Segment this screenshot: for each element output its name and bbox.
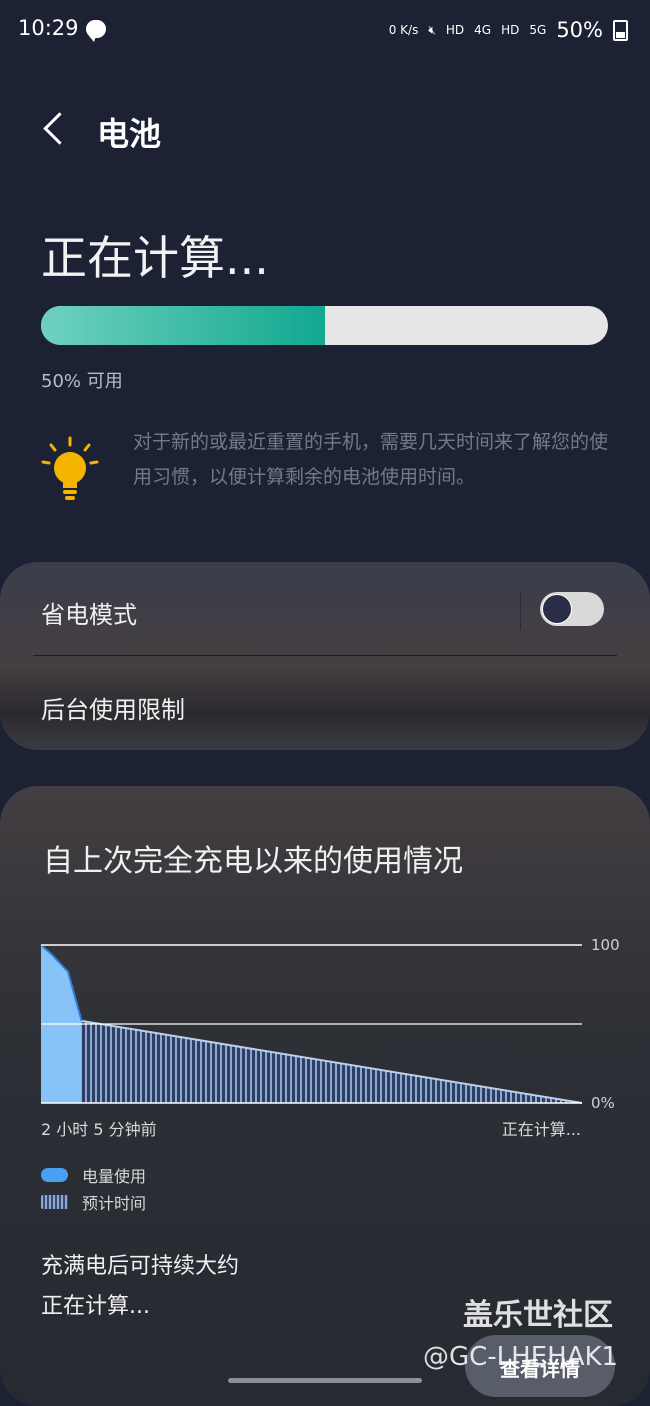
y-tick-100: 100 bbox=[591, 936, 620, 954]
settings-card: 省电模式 后台使用限制 bbox=[0, 562, 650, 750]
legend-used-label: 电量使用 bbox=[82, 1167, 147, 1186]
legend-estimated: 预计时间 bbox=[41, 1190, 146, 1214]
status-icons: 0 K/s 🔇︎ HD 4G HD 5G 50% bbox=[389, 18, 628, 42]
battery-percent: 50% bbox=[556, 18, 603, 42]
page-title: 电池 bbox=[97, 115, 162, 153]
lightbulb-icon bbox=[41, 436, 99, 500]
network-5g: 5G bbox=[529, 23, 547, 37]
message-icon bbox=[86, 20, 106, 42]
back-button[interactable] bbox=[36, 109, 76, 149]
tip-text: 对于新的或最近重置的手机，需要几天时间来了解您的使用习惯，以便计算剩余的电池使用… bbox=[133, 431, 609, 488]
power-saving-toggle[interactable] bbox=[540, 592, 604, 626]
lasts-label: 充满电后可持续大约 bbox=[41, 1254, 240, 1279]
divider bbox=[33, 655, 617, 656]
net-speed: 0 K/s bbox=[388, 23, 419, 37]
toggle-knob bbox=[542, 594, 572, 624]
battery-available-label: 50% 可用 bbox=[41, 371, 123, 392]
lasts-value: 正在计算... bbox=[41, 1294, 150, 1319]
background-limit-item[interactable]: 后台使用限制 bbox=[41, 690, 185, 725]
battery-icon bbox=[613, 19, 628, 41]
gesture-nav-bar[interactable] bbox=[228, 1378, 422, 1383]
legend-used: 电量使用 bbox=[41, 1163, 146, 1187]
mute-icon: 🔇︎ bbox=[428, 22, 436, 37]
network-4g: 4G bbox=[474, 23, 492, 37]
x-end-label: 正在计算... bbox=[501, 1120, 581, 1139]
toggle-separator bbox=[520, 592, 521, 630]
watermark-text: 盖乐世社区 bbox=[463, 1298, 613, 1333]
hd-label-1: HD bbox=[445, 23, 465, 37]
hd-label-2: HD bbox=[501, 23, 520, 37]
battery-level-fill bbox=[41, 306, 325, 345]
status-bar: 10:29 0 K/s 🔇︎ HD 4G HD 5G 50% bbox=[0, 0, 650, 60]
watermark-handle: @GC-LHEHAK1 bbox=[423, 1342, 619, 1372]
legend-estimated-label: 预计时间 bbox=[82, 1194, 147, 1213]
legend-estimated-swatch bbox=[41, 1195, 68, 1209]
power-saving-label[interactable]: 省电模式 bbox=[41, 595, 137, 630]
battery-level-bar bbox=[41, 306, 608, 345]
battery-status-headline: 正在计算... bbox=[41, 231, 269, 285]
legend-used-swatch bbox=[41, 1168, 68, 1182]
clock: 10:29 bbox=[18, 16, 79, 40]
x-start-label: 2 小时 5 分钟前 bbox=[41, 1120, 157, 1139]
app-header: 电池 bbox=[0, 95, 650, 165]
y-tick-0: 0% bbox=[591, 1094, 615, 1112]
